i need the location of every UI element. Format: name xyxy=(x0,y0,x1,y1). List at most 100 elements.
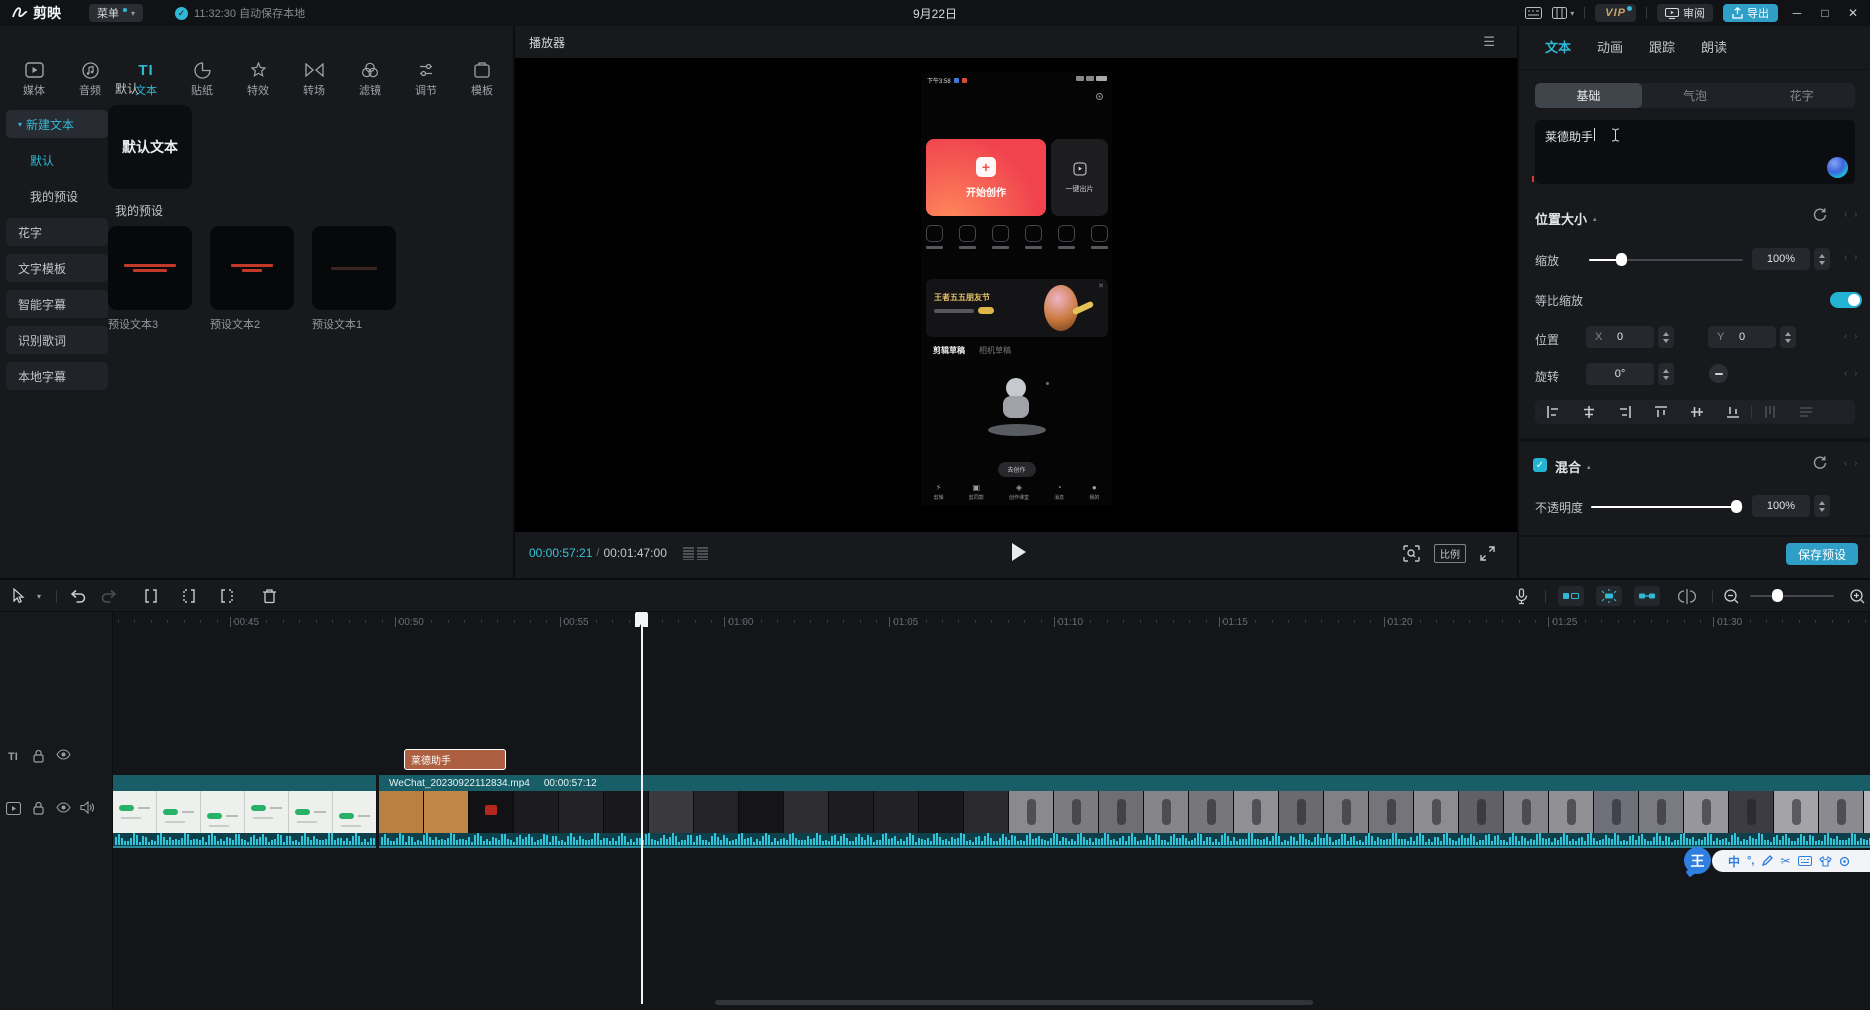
blend-keyframe-controls[interactable]: ‹ › xyxy=(1844,458,1859,469)
opacity-value-field[interactable]: 100% xyxy=(1752,495,1810,517)
zoom-in-icon[interactable] xyxy=(1846,580,1868,612)
style-tab-花字[interactable]: 花字 xyxy=(1748,83,1855,108)
video-clip-2-thumbnails[interactable] xyxy=(379,791,1870,833)
ime-screenshot-icon[interactable]: ✂ xyxy=(1780,854,1790,868)
collapse-caret-icon[interactable]: ▴ xyxy=(1593,215,1597,223)
nav-item-默认[interactable]: 默认 xyxy=(6,146,108,174)
position-x-stepper[interactable] xyxy=(1658,326,1674,348)
align-right-icon[interactable] xyxy=(1607,404,1643,420)
media-tab-模板[interactable]: 模板 xyxy=(454,56,510,101)
export-button[interactable]: 导出 xyxy=(1723,4,1778,22)
media-tab-特效[interactable]: 特效 xyxy=(230,56,286,101)
nav-item-我的预设[interactable]: 我的预设 xyxy=(6,182,108,210)
transform-reset-icon[interactable] xyxy=(1812,207,1827,222)
preset-card-预设文本1[interactable] xyxy=(312,226,396,310)
vip-button[interactable]: VIP xyxy=(1595,4,1636,22)
play-button[interactable] xyxy=(1010,542,1028,562)
text-spacing-icon[interactable] xyxy=(1788,404,1824,420)
preview-quality-icon[interactable] xyxy=(1403,545,1420,562)
vertical-text-icon[interactable] xyxy=(1752,404,1788,420)
scale-stepper[interactable] xyxy=(1814,248,1830,270)
align-left-icon[interactable] xyxy=(1535,404,1571,420)
ime-keyboard-icon[interactable] xyxy=(1798,856,1812,866)
scale-slider-thumb[interactable] xyxy=(1616,253,1627,266)
scale-slider[interactable] xyxy=(1589,259,1743,261)
rotation-dial[interactable] xyxy=(1709,364,1728,383)
align-center-horizontal-icon[interactable] xyxy=(1571,404,1607,420)
opacity-slider[interactable] xyxy=(1591,506,1743,508)
video-clip-1-thumbnails[interactable] xyxy=(113,791,376,833)
link-clips-toggle[interactable] xyxy=(1632,580,1662,612)
ai-sphere-button[interactable] xyxy=(1827,157,1848,178)
inspector-tab-文本[interactable]: 文本 xyxy=(1545,37,1571,58)
align-center-vertical-icon[interactable] xyxy=(1679,404,1715,420)
timeline-zoom-thumb[interactable] xyxy=(1772,589,1783,602)
main-track-magnet-toggle[interactable] xyxy=(1556,580,1586,612)
rotation-keyframe-controls[interactable]: ‹ › xyxy=(1844,368,1859,379)
redo-button[interactable] xyxy=(96,580,122,612)
media-tab-调节[interactable]: 调节 xyxy=(398,56,454,101)
opacity-slider-thumb[interactable] xyxy=(1731,500,1742,513)
nav-item-识别歌词[interactable]: 识别歌词 xyxy=(6,326,108,354)
fullscreen-icon[interactable] xyxy=(1480,546,1495,561)
position-y-field[interactable]: Y 0 xyxy=(1708,326,1776,348)
text-content-input[interactable]: 莱德助手 xyxy=(1535,120,1855,184)
blend-reset-icon[interactable] xyxy=(1812,455,1827,470)
timeline-zoom-slider[interactable] xyxy=(1750,595,1834,597)
transform-keyframe-controls[interactable]: ‹ › xyxy=(1844,209,1859,220)
record-voiceover-button[interactable] xyxy=(1508,580,1534,612)
layout-panels-icon[interactable]: ▾ xyxy=(1552,7,1574,19)
ime-logo-bubble[interactable]: 王 xyxy=(1684,847,1711,874)
ime-mode-chinese[interactable]: 中 xyxy=(1728,853,1740,870)
rotation-stepper[interactable] xyxy=(1658,363,1674,385)
ime-toolbox-icon[interactable] xyxy=(1839,856,1850,867)
preset-card-预设文本3[interactable] xyxy=(108,226,192,310)
timeline-text-clip[interactable]: 莱德助手 xyxy=(404,749,506,770)
media-tab-转场[interactable]: 转场 xyxy=(286,56,342,101)
align-bottom-icon[interactable] xyxy=(1715,404,1751,420)
nav-item-花字[interactable]: 花字 xyxy=(6,218,108,246)
save-preset-button[interactable]: 保存预设 xyxy=(1786,543,1858,565)
align-top-icon[interactable] xyxy=(1643,404,1679,420)
video-clip-2-header[interactable]: WeChat_20230922112834.mp4 00:00:57:12 xyxy=(379,775,1870,791)
position-x-field[interactable]: X 0 xyxy=(1586,326,1654,348)
media-tab-音频[interactable]: 音频 xyxy=(62,56,118,101)
playhead-line[interactable] xyxy=(641,612,643,1004)
inspector-tab-动画[interactable]: 动画 xyxy=(1597,37,1623,58)
preset-card-预设文本2[interactable] xyxy=(210,226,294,310)
timeline-horizontal-scrollbar[interactable] xyxy=(715,1000,1313,1005)
select-tool-dropdown-caret[interactable]: ▾ xyxy=(32,580,46,612)
split-clip-button[interactable] xyxy=(138,580,164,612)
player-menu-icon[interactable]: ☰ xyxy=(1483,34,1495,50)
media-tab-媒体[interactable]: 媒体 xyxy=(6,56,62,101)
video-track-mute-icon[interactable] xyxy=(80,801,94,814)
text-track-lock-icon[interactable] xyxy=(32,749,45,763)
video-track-lock-icon[interactable] xyxy=(32,801,45,815)
nav-item-本地字幕[interactable]: 本地字幕 xyxy=(6,362,108,390)
uniform-scale-toggle[interactable] xyxy=(1830,292,1862,308)
ime-skin-icon[interactable] xyxy=(1819,856,1832,867)
collapse-caret-icon[interactable]: ▴ xyxy=(1587,463,1591,471)
opacity-stepper[interactable] xyxy=(1814,495,1830,517)
nav-item-智能字幕[interactable]: 智能字幕 xyxy=(6,290,108,318)
style-tab-气泡[interactable]: 气泡 xyxy=(1642,83,1749,108)
inspector-tab-跟踪[interactable]: 跟踪 xyxy=(1649,37,1675,58)
zoom-out-icon[interactable] xyxy=(1720,580,1742,612)
delete-left-button[interactable] xyxy=(176,580,202,612)
nav-item-新建文本[interactable]: ▾新建文本 xyxy=(6,110,108,138)
position-keyframe-controls[interactable]: ‹ › xyxy=(1844,331,1859,342)
auto-snap-toggle[interactable] xyxy=(1594,580,1624,612)
scale-keyframe-controls[interactable]: ‹ › xyxy=(1844,252,1859,263)
media-tab-贴纸[interactable]: 贴纸 xyxy=(174,56,230,101)
style-tab-基础[interactable]: 基础 xyxy=(1535,83,1642,108)
frame-view-icon[interactable] xyxy=(683,547,708,560)
media-tab-滤镜[interactable]: 滤镜 xyxy=(342,56,398,101)
ime-handwriting-icon[interactable] xyxy=(1761,855,1773,867)
delete-clip-button[interactable] xyxy=(256,580,282,612)
delete-right-button[interactable] xyxy=(214,580,240,612)
close-button[interactable]: ✕ xyxy=(1844,6,1862,20)
inspector-tab-朗读[interactable]: 朗读 xyxy=(1701,37,1727,58)
maximize-button[interactable]: □ xyxy=(1816,6,1834,20)
position-y-stepper[interactable] xyxy=(1780,326,1796,348)
aspect-ratio-button[interactable]: 比例 xyxy=(1434,544,1466,563)
